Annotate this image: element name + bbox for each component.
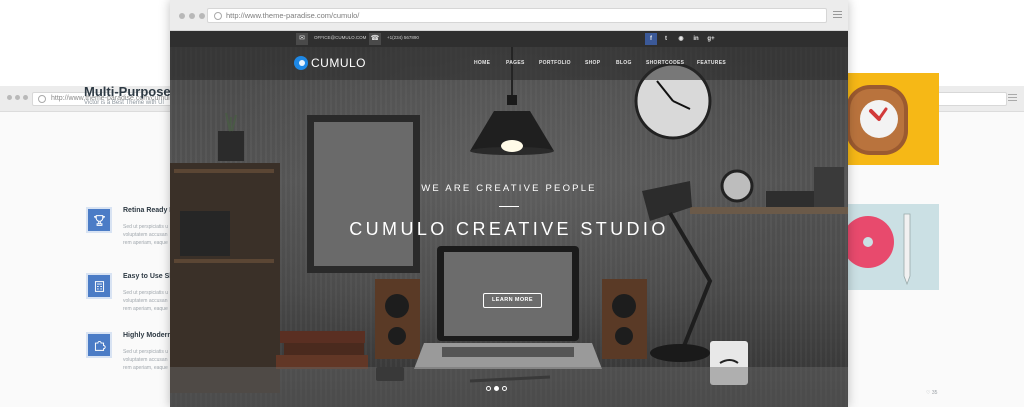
section-subheading: Victor is a Best Theme with Ul: [84, 100, 164, 106]
nav-shop[interactable]: SHOP: [585, 60, 600, 66]
feature-title: Highly Modern: [123, 332, 172, 339]
portfolio-card-clock[interactable]: [846, 73, 939, 165]
nav-portfolio[interactable]: PORTFOLIO: [539, 60, 571, 66]
nav-blog[interactable]: BLOG: [616, 60, 632, 66]
window-controls[interactable]: [7, 95, 28, 100]
nav-features[interactable]: FEATURES: [697, 60, 726, 66]
calculator-icon: [86, 273, 112, 299]
address-bar-url: http://www.theme-paradise.com/cumulo/: [226, 11, 360, 20]
feature-title: Retina Ready D: [123, 207, 175, 214]
window-controls[interactable]: [179, 13, 205, 19]
hero-tagline: WE ARE CREATIVE PEOPLE: [421, 183, 597, 194]
twitter-icon[interactable]: t: [660, 33, 672, 45]
section-heading: Multi-Purpose: [84, 84, 171, 99]
address-bar[interactable]: http://www.theme-paradise.com/cumulo/: [207, 8, 827, 23]
trophy-icon: [86, 207, 112, 233]
hero-divider: [499, 206, 519, 207]
contact-email[interactable]: OFFICE@CUMULO.COM: [314, 35, 366, 40]
feature-text: voluptatem accusan: [123, 357, 168, 363]
feature-text: rem aperiam, eaque: [123, 365, 168, 371]
cumulo-logo-icon[interactable]: [294, 56, 308, 70]
slider-dot[interactable]: [502, 386, 507, 391]
hamburger-menu-icon[interactable]: [1008, 94, 1017, 103]
desk-clock-image: [846, 85, 908, 155]
facebook-icon[interactable]: f: [645, 33, 657, 45]
phone-icon: ☎: [369, 33, 381, 45]
showcase: http://www.theme-paradise.com/cumulo/ Mu…: [0, 0, 1024, 407]
dribbble-icon[interactable]: ◉: [675, 33, 687, 45]
contact-phone[interactable]: +1(234) 567890: [387, 35, 419, 40]
feature-text: voluptatem accusan: [123, 298, 168, 304]
reload-icon[interactable]: [38, 95, 46, 103]
site-logo[interactable]: CUMULO: [311, 56, 366, 70]
feature-text: Sed ut perspiciatis u: [123, 224, 169, 230]
front-browser-window: http://www.theme-paradise.com/cumulo/ ✉ …: [170, 0, 848, 407]
feature-text: Sed ut perspiciatis u: [123, 349, 169, 355]
portfolio-card-disc[interactable]: [846, 204, 939, 290]
nav-home[interactable]: HOME: [474, 60, 490, 66]
main-navbar: CUMULO HOME PAGES PORTFOLIO SHOP BLOG SH…: [170, 47, 848, 80]
nav-shortcodes[interactable]: SHORTCODES: [646, 60, 684, 66]
disc-and-pen-image: [846, 213, 911, 286]
slider-pagination: [486, 386, 507, 391]
slider-dot-active[interactable]: [494, 386, 499, 391]
hero-section: ✉ OFFICE@CUMULO.COM ☎ +1(234) 567890 f t…: [170, 31, 848, 407]
feature-text: Sed ut perspiciatis u: [123, 290, 169, 296]
like-count[interactable]: ♡ 35: [926, 390, 937, 396]
nav-pages[interactable]: PAGES: [506, 60, 525, 66]
learn-more-button[interactable]: LEARN MORE: [483, 293, 542, 308]
hero-title: CUMULO CREATIVE STUDIO: [349, 219, 669, 239]
google-plus-icon[interactable]: g+: [705, 33, 717, 45]
envelope-icon: ✉: [296, 33, 308, 45]
feature-text: voluptatem accusan: [123, 232, 168, 238]
feature-text: rem aperiam, eaque: [123, 306, 168, 312]
hamburger-menu-icon[interactable]: [833, 11, 842, 20]
reload-icon[interactable]: [214, 12, 222, 20]
slider-dot[interactable]: [486, 386, 491, 391]
front-browser-chrome: http://www.theme-paradise.com/cumulo/: [170, 0, 848, 31]
feature-title: Easy to Use Sh: [123, 273, 174, 280]
puzzle-icon: [86, 332, 112, 358]
top-info-bar: ✉ OFFICE@CUMULO.COM ☎ +1(234) 567890 f t…: [170, 31, 848, 47]
linkedin-icon[interactable]: in: [690, 33, 702, 45]
feature-text: rem aperiam, eaque: [123, 240, 168, 246]
